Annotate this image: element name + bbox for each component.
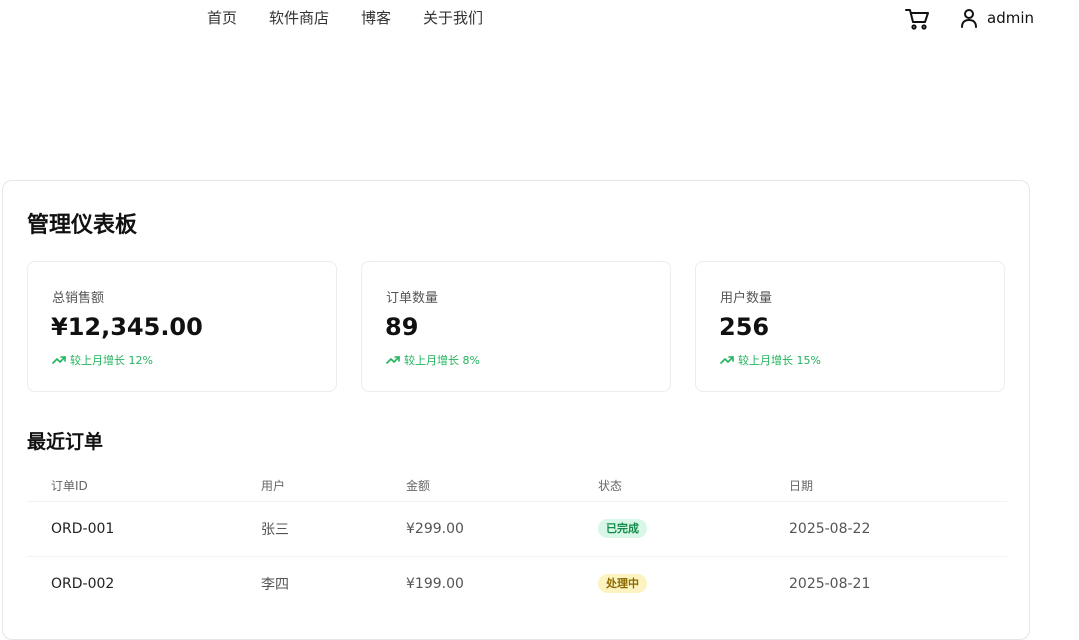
column-header-status: 状态 — [598, 479, 623, 494]
stat-trend: 较上月增长 15% — [720, 352, 821, 368]
page-title: 管理仪表板 — [27, 213, 138, 238]
trending-up-icon — [52, 356, 66, 364]
column-header-order-id: 订单ID — [51, 479, 88, 494]
order-amount: ¥199.00 — [382, 555, 574, 611]
order-id: ORD-002 — [27, 555, 237, 611]
recent-orders-table: 订单ID 用户 金额 状态 日期 ORD-001 张三 ¥299.00 已完成 … — [27, 471, 1007, 611]
order-date: 2025-08-21 — [765, 555, 1007, 611]
nav-link-blog[interactable]: 博客 — [361, 8, 391, 28]
order-status-cell: 处理中 — [574, 555, 765, 611]
stat-value: 89 — [385, 313, 419, 341]
order-id: ORD-001 — [27, 500, 237, 556]
stat-card-order-count: 订单数量 89 较上月增长 8% — [361, 261, 671, 392]
column-header-amount: 金额 — [406, 479, 431, 494]
recent-orders-title: 最近订单 — [27, 431, 104, 453]
order-date: 2025-08-22 — [765, 500, 1007, 556]
user-icon — [961, 9, 977, 28]
stat-trend-text: 较上月增长 12% — [70, 354, 153, 367]
nav-link-home[interactable]: 首页 — [207, 8, 237, 28]
order-user: 张三 — [237, 500, 382, 556]
top-navigation: 首页 软件商店 博客 关于我们 admin — [0, 0, 1079, 40]
stat-label: 订单数量 — [386, 291, 439, 306]
stat-label: 用户数量 — [720, 291, 773, 306]
shopping-cart-icon[interactable] — [904, 7, 930, 31]
stat-trend: 较上月增长 12% — [52, 352, 153, 368]
table-row[interactable]: ORD-002 李四 ¥199.00 处理中 2025-08-21 — [27, 555, 1007, 611]
dashboard-panel: 管理仪表板 总销售额 ¥12,345.00 较上月增长 12% 订单数量 89 … — [2, 180, 1030, 640]
stat-card-user-count: 用户数量 256 较上月增长 15% — [695, 261, 1005, 392]
stat-card-total-sales: 总销售额 ¥12,345.00 较上月增长 12% — [27, 261, 337, 392]
trending-up-icon — [386, 356, 400, 364]
stat-trend-text: 较上月增长 8% — [404, 354, 480, 367]
order-amount: ¥299.00 — [382, 500, 574, 556]
column-header-date: 日期 — [789, 479, 814, 494]
stat-value: ¥12,345.00 — [51, 313, 203, 341]
stat-value: 256 — [719, 313, 770, 341]
nav-link-about[interactable]: 关于我们 — [423, 8, 483, 28]
stat-trend: 较上月增长 8% — [386, 352, 480, 368]
status-badge: 处理中 — [598, 574, 647, 594]
status-badge: 已完成 — [598, 519, 647, 538]
table-header-row: 订单ID 用户 金额 状态 日期 — [27, 471, 1007, 501]
user-menu[interactable]: admin — [960, 8, 1034, 28]
column-header-user: 用户 — [261, 479, 286, 494]
username: admin — [987, 9, 1034, 27]
stat-trend-text: 较上月增长 15% — [738, 354, 821, 367]
nav-links: 首页 软件商店 博客 关于我们 — [207, 8, 515, 28]
table-row[interactable]: ORD-001 张三 ¥299.00 已完成 2025-08-22 — [27, 500, 1007, 556]
nav-link-software-store[interactable]: 软件商店 — [269, 8, 329, 28]
order-user: 李四 — [237, 555, 382, 611]
order-status-cell: 已完成 — [574, 500, 765, 556]
stat-label: 总销售额 — [52, 291, 105, 306]
trending-up-icon — [720, 356, 734, 364]
